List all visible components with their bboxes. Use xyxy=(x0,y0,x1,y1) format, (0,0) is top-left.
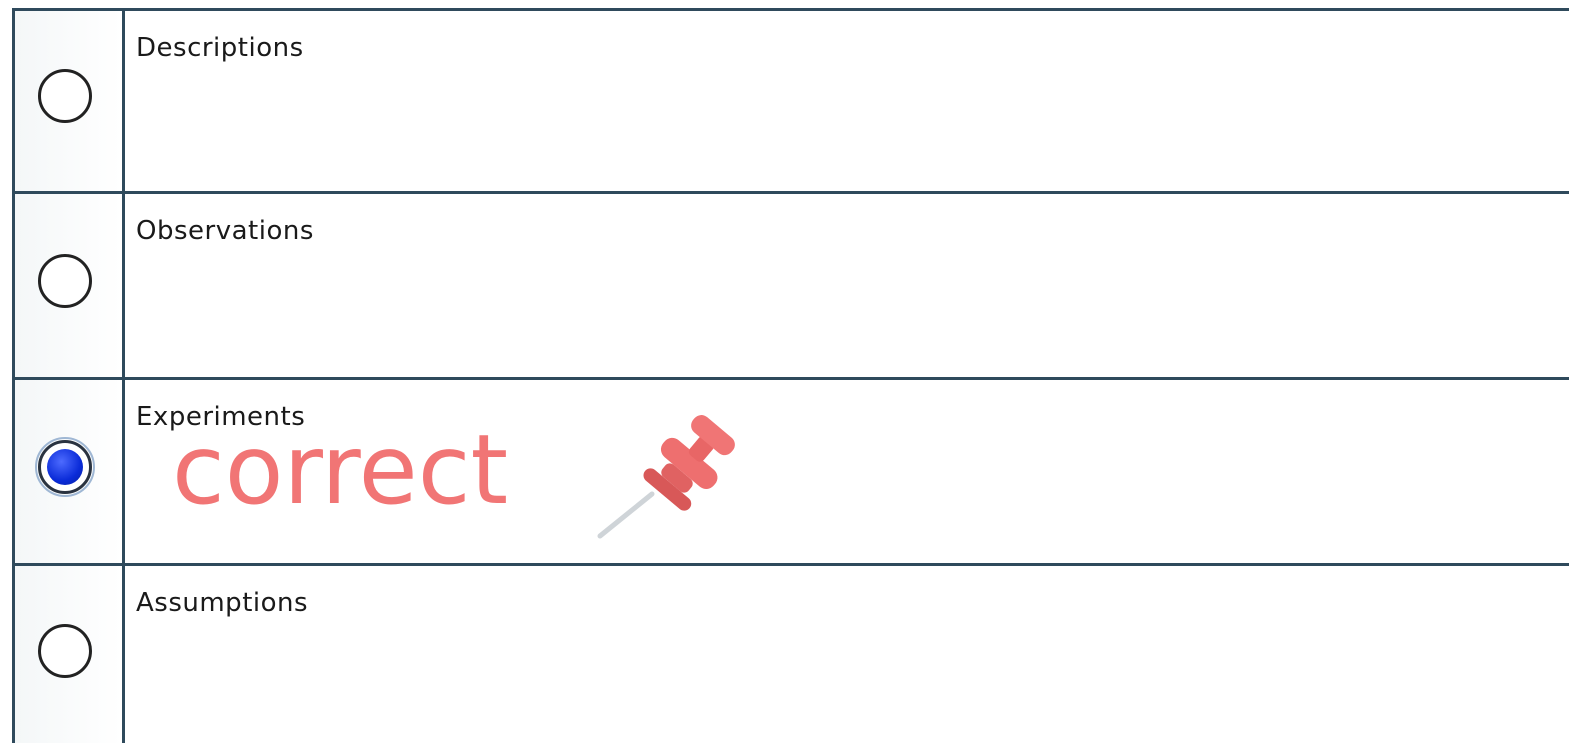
multiple-choice-question: Descriptions Observations Experiments As… xyxy=(0,0,1569,743)
option-observations[interactable]: Observations xyxy=(0,194,1569,380)
column-divider xyxy=(122,8,125,743)
option-label-descriptions: Descriptions xyxy=(136,33,304,63)
option-label-experiments: Experiments xyxy=(136,402,306,432)
radio-button-experiments[interactable] xyxy=(35,437,95,497)
radio-button-descriptions[interactable] xyxy=(38,69,92,123)
option-label-observations: Observations xyxy=(136,216,314,246)
radio-button-observations[interactable] xyxy=(38,254,92,308)
option-descriptions[interactable]: Descriptions xyxy=(0,11,1569,194)
option-label-assumptions: Assumptions xyxy=(136,588,309,618)
option-assumptions[interactable]: Assumptions xyxy=(0,566,1569,743)
radio-button-assumptions[interactable] xyxy=(38,624,92,678)
option-experiments[interactable]: Experiments xyxy=(0,380,1569,566)
